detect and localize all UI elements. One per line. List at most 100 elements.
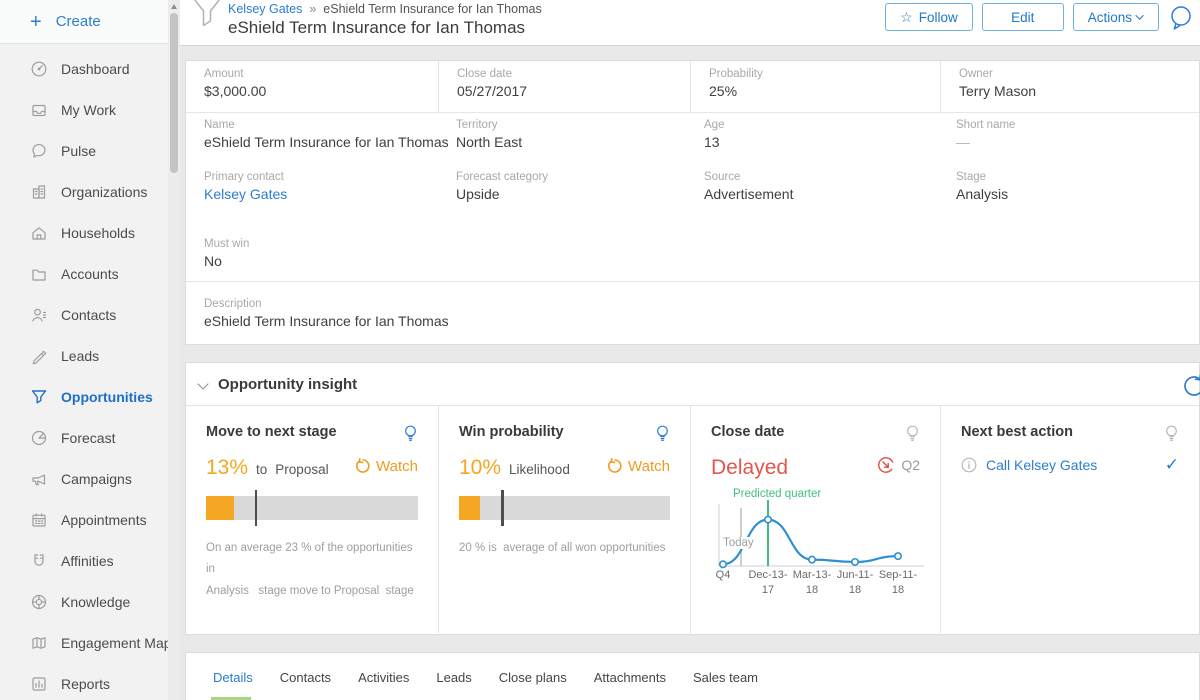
field-name[interactable]: Name eShield Term Insurance for Ian Thom… bbox=[204, 119, 449, 150]
sidebar-item-affinities[interactable]: Affinities bbox=[0, 540, 168, 581]
opportunity-insight-panel: Opportunity insight Move to next stage bbox=[185, 362, 1200, 635]
watch-icon bbox=[355, 458, 371, 474]
key-fields-row: Amount $3,000.00 Close date 05/27/2017 P… bbox=[186, 61, 1199, 113]
record-fields-card: Amount $3,000.00 Close date 05/27/2017 P… bbox=[185, 60, 1200, 345]
field-amount[interactable]: Amount $3,000.00 bbox=[186, 61, 439, 112]
chat-icon[interactable] bbox=[1168, 4, 1194, 31]
organizations-icon bbox=[30, 183, 48, 201]
lightbulb-icon[interactable] bbox=[905, 424, 920, 443]
lightbulb-icon[interactable] bbox=[1164, 424, 1179, 443]
sidebar-nav: Dashboard My Work Pulse Organizations Ho… bbox=[0, 44, 168, 700]
stage-caption: On an average 23 % of the opportunities … bbox=[206, 538, 418, 602]
lightbulb-icon[interactable] bbox=[655, 424, 670, 443]
sidebar-item-engagement-map[interactable]: Engagement Map bbox=[0, 622, 168, 663]
sidebar-item-accounts[interactable]: Accounts bbox=[0, 253, 168, 294]
approve-check-icon[interactable]: ✓ bbox=[1165, 455, 1179, 475]
tab-sales-team[interactable]: Sales team bbox=[691, 653, 760, 700]
tab-close-plans[interactable]: Close plans bbox=[497, 653, 569, 700]
card-title: Close date bbox=[711, 424, 784, 440]
sidebar-item-knowledge[interactable]: Knowledge bbox=[0, 581, 168, 622]
field-age[interactable]: Age 13 bbox=[704, 119, 724, 150]
field-owner[interactable]: Owner Terry Mason bbox=[941, 61, 1199, 112]
sidebar-scrollbar[interactable] bbox=[168, 0, 180, 700]
watch-button[interactable]: Watch bbox=[607, 458, 670, 475]
follow-button[interactable]: ☆ Follow bbox=[885, 3, 973, 31]
sidebar-item-reports[interactable]: Reports bbox=[0, 663, 168, 700]
watch-icon bbox=[607, 458, 623, 474]
scrollbar-thumb[interactable] bbox=[170, 13, 178, 173]
sidebar-item-forecast[interactable]: Forecast bbox=[0, 417, 168, 458]
field-close-date[interactable]: Close date 05/27/2017 bbox=[439, 61, 691, 112]
tab-activities[interactable]: Activities bbox=[356, 653, 411, 700]
insight-card-move-to-next-stage: Move to next stage 13% to Proposal bbox=[186, 406, 439, 635]
predicted-quarter-label: Predicted quarter bbox=[733, 488, 821, 500]
tab-details[interactable]: Details bbox=[211, 653, 255, 700]
edit-button[interactable]: Edit bbox=[982, 3, 1064, 31]
average-marker bbox=[255, 490, 258, 526]
sidebar-item-appointments[interactable]: Appointments bbox=[0, 499, 168, 540]
sidebar-item-opportunities[interactable]: Opportunities bbox=[0, 376, 168, 417]
delayed-icon bbox=[877, 456, 895, 474]
field-must-win[interactable]: Must win No bbox=[204, 238, 249, 269]
field-territory[interactable]: Territory North East bbox=[456, 119, 522, 150]
knowledge-icon bbox=[30, 593, 48, 611]
card-title: Next best action bbox=[961, 424, 1073, 440]
info-icon[interactable] bbox=[961, 457, 977, 473]
sidebar-item-organizations[interactable]: Organizations bbox=[0, 171, 168, 212]
star-icon: ☆ bbox=[900, 9, 913, 26]
field-stage[interactable]: Stage Analysis bbox=[956, 171, 1008, 202]
breadcrumb-current: eShield Term Insurance for Ian Thomas bbox=[323, 2, 541, 16]
field-description[interactable]: Description eShield Term Insurance for I… bbox=[204, 298, 449, 329]
sidebar: + Create Dashboard My Work Pulse Organiz… bbox=[0, 0, 168, 700]
households-icon bbox=[30, 224, 48, 242]
win-caption: 20 % is average of all won opportunities bbox=[459, 538, 670, 559]
tab-attachments[interactable]: Attachments bbox=[592, 653, 668, 700]
close-date-chart: Predicted quarter Today Q4Dec-13-17Mar-1… bbox=[711, 484, 920, 634]
lightbulb-icon[interactable] bbox=[403, 424, 418, 443]
page-title: eShield Term Insurance for Ian Thomas bbox=[228, 18, 542, 38]
tab-leads[interactable]: Leads bbox=[434, 653, 473, 700]
my-work-icon bbox=[30, 101, 48, 119]
close-date-status: Delayed bbox=[711, 456, 788, 480]
opportunities-icon bbox=[30, 388, 48, 406]
stage-progress-bar bbox=[206, 496, 418, 520]
watch-button[interactable]: Watch bbox=[355, 458, 418, 475]
create-button[interactable]: + Create bbox=[0, 0, 168, 44]
insight-card-win-probability: Win probability 10% Likelihood bbox=[439, 406, 691, 635]
progress-fill bbox=[459, 496, 480, 520]
field-source[interactable]: Source Advertisement bbox=[704, 171, 793, 202]
breadcrumb-link[interactable]: Kelsey Gates bbox=[228, 2, 302, 16]
sidebar-item-contacts[interactable]: Contacts bbox=[0, 294, 168, 335]
today-label: Today bbox=[720, 537, 757, 549]
field-primary-contact[interactable]: Primary contact Kelsey Gates bbox=[204, 171, 287, 202]
breadcrumb-separator: » bbox=[309, 2, 316, 16]
insight-card-next-best-action: Next best action Call Kelsey Gates ✓ bbox=[941, 406, 1199, 635]
next-best-action-link[interactable]: Call Kelsey Gates bbox=[986, 457, 1097, 473]
collapse-chevron-icon[interactable] bbox=[197, 378, 208, 389]
primary-contact-link[interactable]: Kelsey Gates bbox=[204, 186, 287, 202]
field-forecast-category[interactable]: Forecast category Upside bbox=[456, 171, 548, 202]
refresh-icon[interactable] bbox=[1181, 373, 1200, 399]
opportunity-funnel-icon bbox=[188, 0, 226, 31]
campaigns-icon bbox=[30, 470, 48, 488]
scrollbar-up-arrow-icon[interactable] bbox=[168, 2, 180, 12]
predicted-quarter-value: Q2 bbox=[901, 457, 920, 473]
main-area: Kelsey Gates » eShield Term Insurance fo… bbox=[180, 0, 1200, 700]
accounts-icon bbox=[30, 265, 48, 283]
field-short-name[interactable]: Short name — bbox=[956, 119, 1015, 150]
tab-contacts[interactable]: Contacts bbox=[278, 653, 333, 700]
sidebar-item-households[interactable]: Households bbox=[0, 212, 168, 253]
progress-fill bbox=[206, 496, 234, 520]
sidebar-item-pulse[interactable]: Pulse bbox=[0, 130, 168, 171]
sidebar-item-dashboard[interactable]: Dashboard bbox=[0, 48, 168, 89]
field-probability[interactable]: Probability 25% bbox=[691, 61, 941, 112]
sidebar-item-my-work[interactable]: My Work bbox=[0, 89, 168, 130]
leads-icon bbox=[30, 347, 48, 365]
create-label: Create bbox=[56, 13, 101, 30]
target-stage: Proposal bbox=[275, 462, 328, 477]
chevron-down-icon bbox=[1135, 11, 1143, 19]
reports-icon bbox=[30, 675, 48, 693]
sidebar-item-campaigns[interactable]: Campaigns bbox=[0, 458, 168, 499]
sidebar-item-leads[interactable]: Leads bbox=[0, 335, 168, 376]
actions-button[interactable]: Actions bbox=[1073, 3, 1159, 31]
